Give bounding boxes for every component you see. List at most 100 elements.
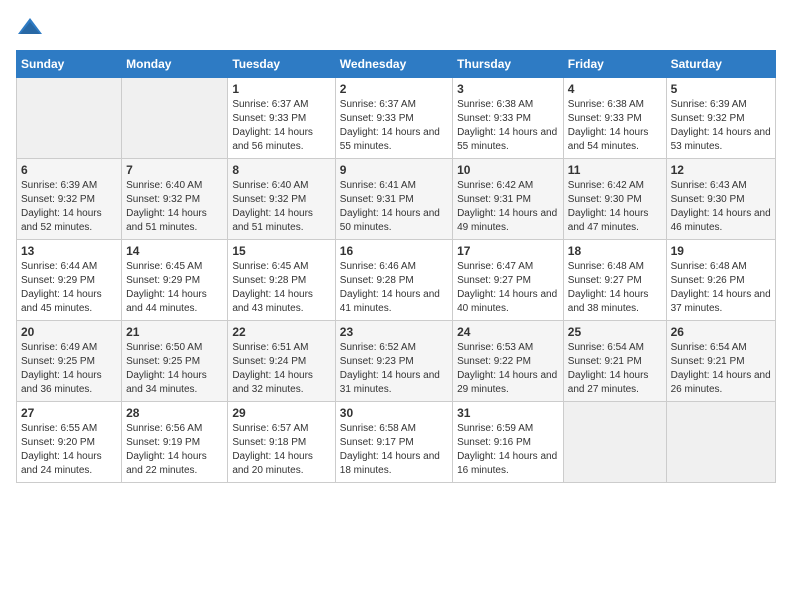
day-info: Sunrise: 6:37 AMSunset: 9:33 PMDaylight:…: [340, 99, 440, 152]
day-info: Sunrise: 6:47 AMSunset: 9:27 PMDaylight:…: [457, 261, 557, 314]
day-number: 21: [126, 325, 223, 339]
column-header-tuesday: Tuesday: [228, 51, 335, 78]
column-header-sunday: Sunday: [17, 51, 122, 78]
day-info: Sunrise: 6:41 AMSunset: 9:31 PMDaylight:…: [340, 180, 440, 233]
day-number: 9: [340, 163, 448, 177]
calendar-cell: 4Sunrise: 6:38 AMSunset: 9:33 PMDaylight…: [563, 78, 666, 159]
calendar-cell: 24 Sunrise: 6:53 AMSunset: 9:22 PMDayligh…: [453, 321, 564, 402]
calendar-cell: 31 Sunrise: 6:59 AMSunset: 9:16 PMDayligh…: [453, 402, 564, 483]
calendar-cell: 29 Sunrise: 6:57 AMSunset: 9:18 PMDayligh…: [228, 402, 335, 483]
day-number: 29: [232, 406, 330, 420]
day-info: Sunrise: 6:52 AMSunset: 9:23 PMDaylight:…: [340, 342, 440, 395]
day-number: 3: [457, 82, 559, 96]
calendar-cell: 18Sunrise: 6:48 AMSunset: 9:27 PMDayligh…: [563, 240, 666, 321]
calendar-cell: 17 Sunrise: 6:47 AMSunset: 9:27 PMDayligh…: [453, 240, 564, 321]
day-info: Sunrise: 6:51 AMSunset: 9:24 PMDaylight:…: [232, 342, 313, 395]
calendar-cell: 11Sunrise: 6:42 AMSunset: 9:30 PMDayligh…: [563, 159, 666, 240]
calendar-cell: 30 Sunrise: 6:58 AMSunset: 9:17 PMDayligh…: [335, 402, 452, 483]
calendar-cell: 13 Sunrise: 6:44 AMSunset: 9:29 PMDayligh…: [17, 240, 122, 321]
calendar-header-row: SundayMondayTuesdayWednesdayThursdayFrid…: [17, 51, 776, 78]
calendar-cell: 27 Sunrise: 6:55 AMSunset: 9:20 PMDayligh…: [17, 402, 122, 483]
day-number: 5: [671, 82, 771, 96]
day-info: Sunrise: 6:40 AMSunset: 9:32 PMDaylight:…: [232, 180, 313, 233]
day-number: 6: [21, 163, 117, 177]
day-number: 2: [340, 82, 448, 96]
calendar-table: SundayMondayTuesdayWednesdayThursdayFrid…: [16, 50, 776, 483]
calendar-cell: [17, 78, 122, 159]
day-number: 25: [568, 325, 662, 339]
calendar-cell: 21 Sunrise: 6:50 AMSunset: 9:25 PMDayligh…: [122, 321, 228, 402]
day-number: 31: [457, 406, 559, 420]
day-number: 8: [232, 163, 330, 177]
calendar-cell: 5 Sunrise: 6:39 AMSunset: 9:32 PMDaylight…: [666, 78, 775, 159]
calendar-cell: 16Sunrise: 6:46 AMSunset: 9:28 PMDayligh…: [335, 240, 452, 321]
calendar-cell: 19 Sunrise: 6:48 AMSunset: 9:26 PMDayligh…: [666, 240, 775, 321]
day-info: Sunrise: 6:57 AMSunset: 9:18 PMDaylight:…: [232, 423, 313, 476]
calendar-cell: 28 Sunrise: 6:56 AMSunset: 9:19 PMDayligh…: [122, 402, 228, 483]
calendar-cell: 10 Sunrise: 6:42 AMSunset: 9:31 PMDayligh…: [453, 159, 564, 240]
calendar-week-row: 20Sunrise: 6:49 AMSunset: 9:25 PMDayligh…: [17, 321, 776, 402]
calendar-cell: [666, 402, 775, 483]
calendar-cell: [122, 78, 228, 159]
day-info: Sunrise: 6:59 AMSunset: 9:16 PMDaylight:…: [457, 423, 557, 476]
calendar-cell: 7 Sunrise: 6:40 AMSunset: 9:32 PMDaylight…: [122, 159, 228, 240]
calendar-cell: 14 Sunrise: 6:45 AMSunset: 9:29 PMDayligh…: [122, 240, 228, 321]
day-info: Sunrise: 6:55 AMSunset: 9:20 PMDaylight:…: [21, 423, 102, 476]
calendar-cell: 2 Sunrise: 6:37 AMSunset: 9:33 PMDaylight…: [335, 78, 452, 159]
day-info: Sunrise: 6:38 AMSunset: 9:33 PMDaylight:…: [457, 99, 557, 152]
day-number: 20: [21, 325, 117, 339]
day-number: 26: [671, 325, 771, 339]
day-info: Sunrise: 6:54 AMSunset: 9:21 PMDaylight:…: [671, 342, 771, 395]
day-number: 18: [568, 244, 662, 258]
day-number: 22: [232, 325, 330, 339]
day-number: 28: [126, 406, 223, 420]
day-number: 10: [457, 163, 559, 177]
day-info: Sunrise: 6:54 AMSunset: 9:21 PMDaylight:…: [568, 342, 649, 395]
calendar-cell: 20Sunrise: 6:49 AMSunset: 9:25 PMDayligh…: [17, 321, 122, 402]
column-header-monday: Monday: [122, 51, 228, 78]
day-info: Sunrise: 6:37 AMSunset: 9:33 PMDaylight:…: [232, 99, 313, 152]
day-info: Sunrise: 6:48 AMSunset: 9:26 PMDaylight:…: [671, 261, 771, 314]
day-info: Sunrise: 6:38 AMSunset: 9:33 PMDaylight:…: [568, 99, 649, 152]
day-info: Sunrise: 6:45 AMSunset: 9:29 PMDaylight:…: [126, 261, 207, 314]
calendar-cell: 1 Sunrise: 6:37 AMSunset: 9:33 PMDaylight…: [228, 78, 335, 159]
day-number: 15: [232, 244, 330, 258]
day-info: Sunrise: 6:58 AMSunset: 9:17 PMDaylight:…: [340, 423, 440, 476]
day-number: 17: [457, 244, 559, 258]
day-info: Sunrise: 6:39 AMSunset: 9:32 PMDaylight:…: [21, 180, 102, 233]
column-header-saturday: Saturday: [666, 51, 775, 78]
calendar-cell: 12Sunrise: 6:43 AMSunset: 9:30 PMDayligh…: [666, 159, 775, 240]
day-info: Sunrise: 6:44 AMSunset: 9:29 PMDaylight:…: [21, 261, 102, 314]
day-number: 24: [457, 325, 559, 339]
day-number: 12: [671, 163, 771, 177]
logo: [16, 16, 48, 38]
day-info: Sunrise: 6:39 AMSunset: 9:32 PMDaylight:…: [671, 99, 771, 152]
calendar-cell: 23Sunrise: 6:52 AMSunset: 9:23 PMDayligh…: [335, 321, 452, 402]
day-info: Sunrise: 6:50 AMSunset: 9:25 PMDaylight:…: [126, 342, 207, 395]
day-number: 1: [232, 82, 330, 96]
day-info: Sunrise: 6:45 AMSunset: 9:28 PMDaylight:…: [232, 261, 313, 314]
calendar-cell: 25 Sunrise: 6:54 AMSunset: 9:21 PMDayligh…: [563, 321, 666, 402]
day-info: Sunrise: 6:56 AMSunset: 9:19 PMDaylight:…: [126, 423, 207, 476]
calendar-cell: 26 Sunrise: 6:54 AMSunset: 9:21 PMDayligh…: [666, 321, 775, 402]
day-info: Sunrise: 6:53 AMSunset: 9:22 PMDaylight:…: [457, 342, 557, 395]
day-number: 19: [671, 244, 771, 258]
day-number: 13: [21, 244, 117, 258]
day-number: 7: [126, 163, 223, 177]
logo-icon: [16, 16, 44, 38]
day-number: 30: [340, 406, 448, 420]
day-info: Sunrise: 6:40 AMSunset: 9:32 PMDaylight:…: [126, 180, 207, 233]
day-number: 14: [126, 244, 223, 258]
day-number: 27: [21, 406, 117, 420]
calendar-week-row: 27 Sunrise: 6:55 AMSunset: 9:20 PMDayligh…: [17, 402, 776, 483]
calendar-cell: 15 Sunrise: 6:45 AMSunset: 9:28 PMDayligh…: [228, 240, 335, 321]
day-info: Sunrise: 6:42 AMSunset: 9:31 PMDaylight:…: [457, 180, 557, 233]
day-info: Sunrise: 6:46 AMSunset: 9:28 PMDaylight:…: [340, 261, 440, 314]
calendar-week-row: 6 Sunrise: 6:39 AMSunset: 9:32 PMDaylight…: [17, 159, 776, 240]
calendar-cell: 6 Sunrise: 6:39 AMSunset: 9:32 PMDaylight…: [17, 159, 122, 240]
page-header: [16, 16, 776, 38]
calendar-cell: 8 Sunrise: 6:40 AMSunset: 9:32 PMDaylight…: [228, 159, 335, 240]
column-header-thursday: Thursday: [453, 51, 564, 78]
calendar-week-row: 1 Sunrise: 6:37 AMSunset: 9:33 PMDaylight…: [17, 78, 776, 159]
day-number: 11: [568, 163, 662, 177]
